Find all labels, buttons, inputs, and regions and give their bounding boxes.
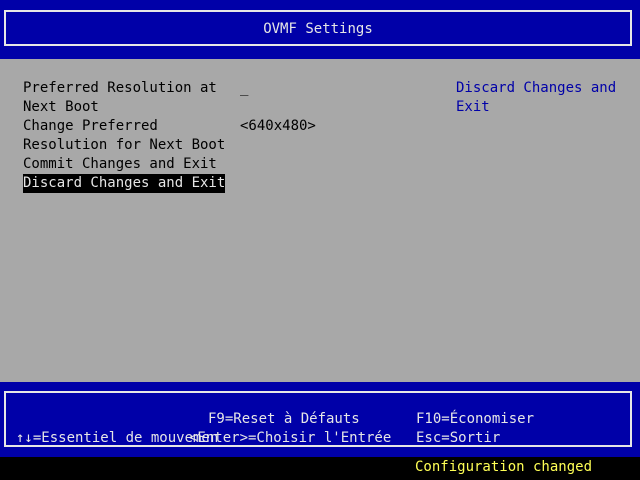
change-resolution-value[interactable]: <640x480> [240,117,316,136]
f9-reset-hint: F9=Reset à Défauts [208,411,360,427]
settings-panel: Preferred Resolution at Next Boot _ Chan… [0,59,640,382]
status-message: Configuration changed [415,459,593,475]
f10-save-hint: F10=Économiser [416,411,535,427]
option-discard-changes[interactable]: Discard Changes and Exit [23,174,226,193]
option-preferred-resolution-line-2[interactable]: Next Boot [23,98,99,117]
help-text-line-1: Discard Changes and [456,80,617,96]
option-commit-changes[interactable]: Commit Changes and Exit [23,155,217,174]
esc-exit-hint: Esc=Sortir [416,430,501,446]
option-change-resolution-line-2[interactable]: Resolution for Next Boot [23,136,225,155]
bios-setup-screen: OVMF Settings Preferred Resolution at Ne… [0,0,640,480]
navigate-hint: ↑↓=Essentiel de mouvemen [16,430,219,446]
footer-frame: F9=Reset à Défauts F10=Économiser ↑↓=Ess… [4,391,632,447]
title-bar: OVMF Settings [0,0,640,59]
page-title: OVMF Settings [263,21,373,37]
option-preferred-resolution-line-1[interactable]: Preferred Resolution at [23,79,217,98]
key-help-footer: F9=Reset à Défauts F10=Économiser ↑↓=Ess… [0,382,640,457]
preferred-resolution-value: _ [240,80,249,96]
help-text-line-2: Exit [456,99,490,115]
title-frame: OVMF Settings [4,10,632,46]
option-change-resolution-line-1[interactable]: Change Preferred [23,117,158,136]
enter-select-hint: <Enter>=Choisir l'Entrée [189,430,392,446]
